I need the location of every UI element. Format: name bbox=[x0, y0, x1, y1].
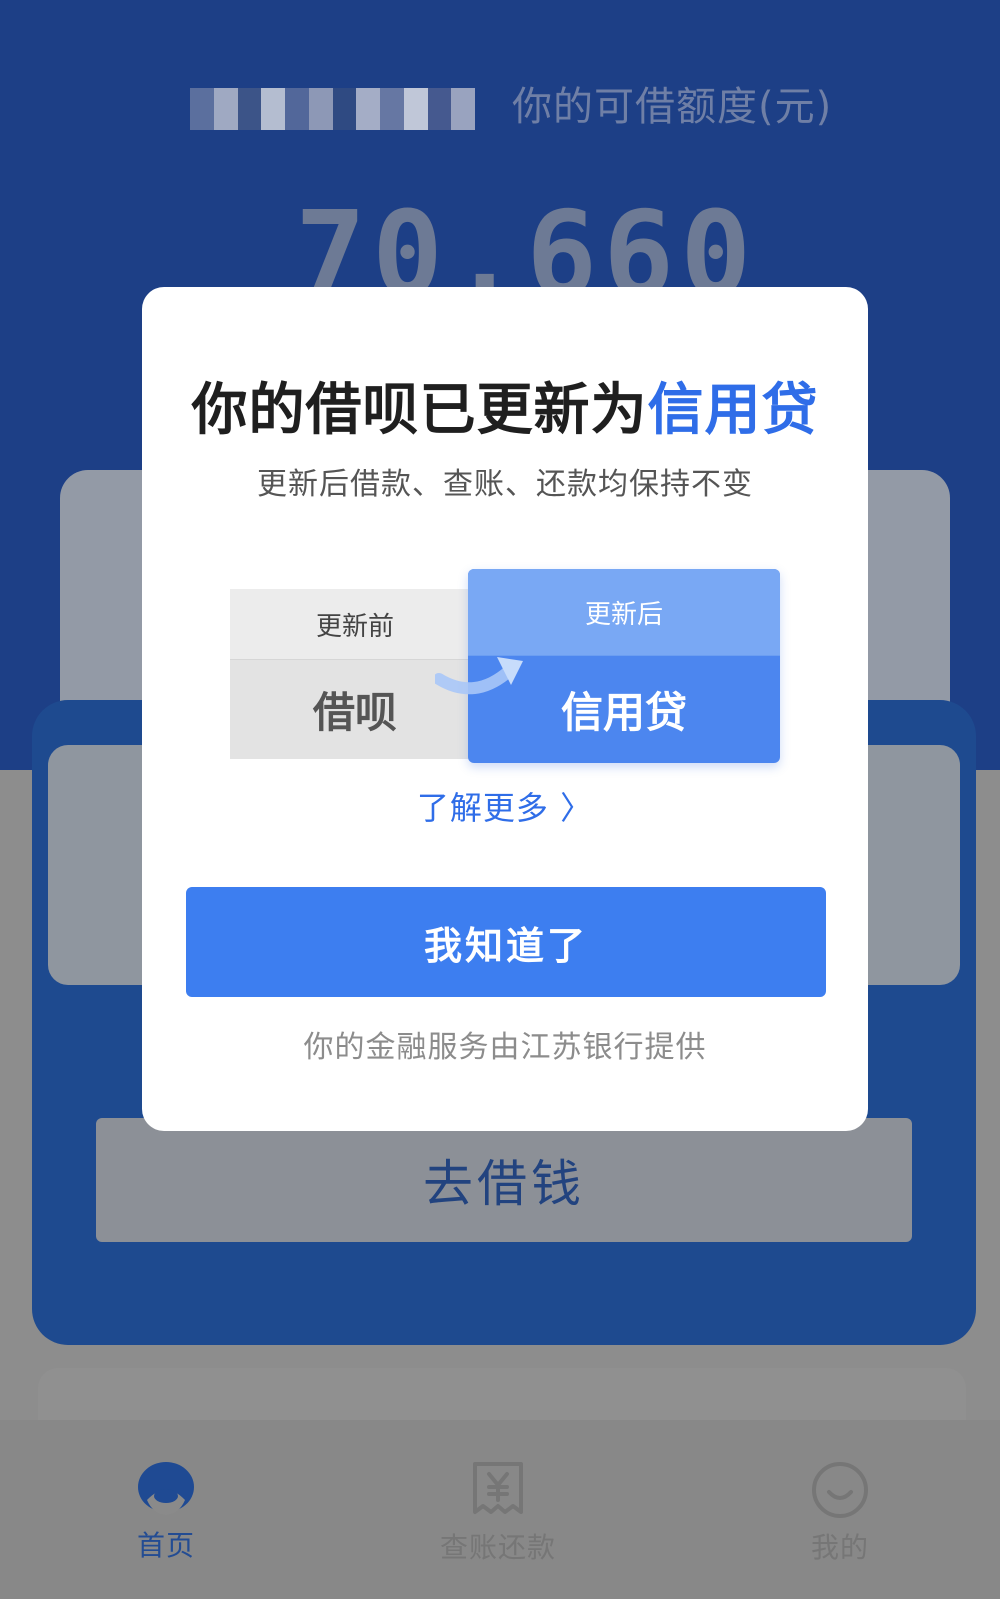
dialog-title-prefix: 你的借呗已更新为 bbox=[191, 378, 648, 443]
service-provider-note: 你的金融服务由江苏银行提供 bbox=[303, 1030, 707, 1065]
learn-more-link[interactable]: 了解更多 〉 bbox=[142, 783, 868, 829]
tab-mine[interactable]: 我的 bbox=[760, 1460, 920, 1580]
quota-label: 你的可借额度(元) bbox=[512, 84, 833, 130]
yuan-bill-icon bbox=[473, 1462, 523, 1514]
confirm-button[interactable]: 我知道了 bbox=[186, 887, 826, 997]
tab-bills[interactable]: 查账还款 bbox=[418, 1460, 578, 1580]
dialog-subtitle: 更新后借款、查账、还款均保持不变 bbox=[257, 467, 753, 502]
tab-home-label: 首页 bbox=[136, 1529, 195, 1562]
update-dialog: 你的借呗已更新为信用贷 更新后借款、查账、还款均保持不变 更新前 借呗 更新后 … bbox=[142, 287, 868, 1131]
masked-username bbox=[190, 88, 475, 130]
update-comparison: 更新前 借呗 更新后 信用贷 bbox=[230, 569, 780, 771]
tab-mine-label: 我的 bbox=[810, 1531, 869, 1564]
curved-arrow-icon bbox=[435, 657, 523, 695]
bottom-tab-bar: 首页 查账还款 我的 bbox=[0, 1420, 1000, 1599]
tab-bills-label: 查账还款 bbox=[439, 1531, 556, 1564]
lower-card bbox=[38, 1368, 966, 1428]
smile-face-icon bbox=[812, 1462, 868, 1518]
dialog-title-highlight: 信用贷 bbox=[647, 378, 819, 443]
home-icon bbox=[138, 1462, 194, 1515]
dialog-title: 你的借呗已更新为信用贷 bbox=[142, 365, 868, 446]
tab-home[interactable]: 首页 bbox=[86, 1460, 246, 1580]
borrow-button[interactable]: 去借钱 bbox=[96, 1118, 912, 1242]
